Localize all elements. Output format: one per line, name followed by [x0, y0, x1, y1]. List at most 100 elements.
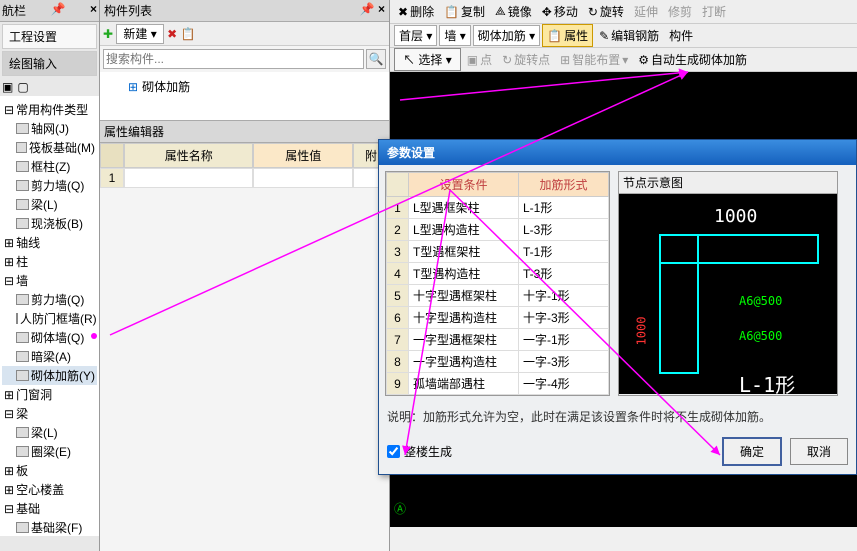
tree-section[interactable]: ⊞柱 [2, 252, 97, 271]
member-toolbar: ✚ 新建 ▾ ✖ 📋 [100, 22, 389, 46]
table-row[interactable]: 8一字型遇构造柱一字-3形 [387, 351, 609, 373]
tree-item[interactable]: 人防门框墙(R) [2, 309, 97, 328]
tree-item[interactable]: 圈梁(E) [2, 442, 97, 461]
whole-building-checkbox[interactable]: 整楼生成 [387, 443, 452, 460]
delete-button[interactable]: ✖删除 [394, 1, 438, 22]
left-sidebar: 航栏 📌 × 工程设置 绘图输入 ▣▢ ⊟常用构件类型 轴网(J) 筏板基础(M… [0, 0, 100, 551]
property-button[interactable]: 📋属性 [542, 24, 593, 47]
prop-row[interactable]: 1 [100, 168, 389, 188]
minus-icon: ⊟ [4, 407, 14, 421]
tree-item[interactable]: 现浇板(B) [2, 214, 97, 233]
close-icon[interactable]: × [90, 2, 97, 19]
table-row[interactable]: 4T型遇构造柱T-3形 [387, 263, 609, 285]
smart-place-button[interactable]: ⊞ 智能布置 ▾ [556, 49, 632, 70]
checkbox-input[interactable] [387, 445, 400, 458]
trim-button[interactable]: 修剪 [664, 1, 696, 22]
tree-section[interactable]: ⊟梁 [2, 404, 97, 423]
collapse-icon[interactable]: ▢ [17, 80, 28, 94]
point-button[interactable]: ▣ 点 [463, 49, 496, 70]
minus-icon: ⊟ [4, 502, 14, 516]
plus-icon: ⊞ [4, 388, 14, 402]
tree-section[interactable]: ⊟基础 [2, 499, 97, 518]
auto-generate-button[interactable]: ⚙自动生成砌体加筋 [634, 49, 751, 70]
tree-item[interactable]: 轴网(J) [2, 119, 97, 138]
close-icon[interactable]: ✖ [167, 27, 177, 41]
tree-section[interactable]: ⊟常用构件类型 [2, 100, 97, 119]
tree-section[interactable]: ⊞门窗洞 [2, 385, 97, 404]
beam-icon [16, 427, 29, 438]
place-toolbar: ↖ 选择 ▾ ▣ 点 ↻ 旋转点 ⊞ 智能布置 ▾ ⚙自动生成砌体加筋 [390, 48, 857, 72]
close-icon[interactable]: × [378, 2, 385, 16]
context-toolbar: 首层 ▾ 墙 ▾ 砌体加筋 ▾ 📋属性 ✎编辑钢筋 构件 [390, 24, 857, 48]
tree-item[interactable]: 砌体墙(Q) [2, 328, 97, 347]
tree-item[interactable]: 梁(L) [2, 423, 97, 442]
rotate-button[interactable]: ↻旋转 [584, 1, 628, 22]
col-shape: 加筋形式 [519, 173, 609, 197]
new-button[interactable]: 新建 ▾ [116, 24, 163, 44]
dialog-note: 说明：加筋形式允许为空，此时在满足该设置条件时将不生成砌体加筋。 [379, 402, 856, 431]
search-input[interactable] [103, 49, 364, 69]
tree-item[interactable]: 梁(L) [2, 195, 97, 214]
plus-icon: ⊞ [4, 236, 14, 250]
tree-item[interactable]: 筏板基础(M) [2, 138, 97, 157]
param-dialog: 参数设置 设置条件加筋形式 1L型遇框架柱L-1形 2L型遇构造柱L-3形 3T… [378, 139, 857, 475]
floor-combo[interactable]: 首层 ▾ [394, 25, 437, 46]
project-settings-button[interactable]: 工程设置 [2, 24, 97, 49]
tree-item[interactable]: 暗梁(A) [2, 347, 97, 366]
table-row[interactable]: 6十字型遇构造柱十字-3形 [387, 307, 609, 329]
table-row[interactable]: 3T型遇框架柱T-1形 [387, 241, 609, 263]
expand-icon[interactable]: ▣ [2, 80, 13, 94]
pin-icon[interactable]: 📌 [51, 2, 66, 19]
edit-toolbar: ✖删除 📋复制 ⟁镜像 ✥移动 ↻旋转 延伸 修剪 打断 [390, 0, 857, 24]
rebar-icon [16, 370, 29, 381]
category-combo[interactable]: 墙 ▾ [439, 25, 470, 46]
table-row[interactable]: 1L型遇框架柱L-1形 [387, 197, 609, 219]
tree-item[interactable]: 剪力墙(Q) [2, 176, 97, 195]
rotate-point-button[interactable]: ↻ 旋转点 [498, 49, 554, 70]
edit-rebar-button[interactable]: ✎编辑钢筋 [595, 25, 663, 46]
tree-section[interactable]: ⊟墙 [2, 271, 97, 290]
table-row[interactable]: 5十字型遇框架柱十字-1形 [387, 285, 609, 307]
delete-icon: ✖ [398, 5, 408, 19]
doorwall-icon [16, 313, 18, 324]
col-value: 属性值 [253, 143, 353, 168]
mirror-button[interactable]: ⟁镜像 [491, 1, 536, 22]
member-item[interactable]: ⊞ 砌体加筋 [108, 78, 381, 95]
diagram-title: 节点示意图 [619, 172, 837, 194]
copy-icon[interactable]: 📋 [181, 27, 196, 41]
tree-section[interactable]: ⊞轴线 [2, 233, 97, 252]
ring-icon [16, 446, 29, 457]
member-panel: 构件列表 📌 × ✚ 新建 ▾ ✖ 📋 🔍 ⊞ 砌体加筋 属性编辑器 属性名称 … [100, 0, 390, 551]
tree-item-active[interactable]: 砌体加筋(Y) [2, 366, 97, 385]
member-list-button[interactable]: 构件 [665, 25, 697, 46]
beam-icon [16, 199, 29, 210]
tree-item[interactable]: 基础梁(F) [2, 518, 97, 536]
table-row[interactable]: 9孤墙端部遇柱一字-4形 [387, 373, 609, 395]
extend-button[interactable]: 延伸 [630, 1, 662, 22]
col-condition: 设置条件 [409, 173, 519, 197]
pin-icon[interactable]: 📌 [360, 2, 375, 16]
member-combo[interactable]: 砌体加筋 ▾ [473, 25, 540, 46]
plus-icon: ✚ [103, 27, 113, 41]
table-row[interactable]: 7一字型遇框架柱一字-1形 [387, 329, 609, 351]
copy-button[interactable]: 📋复制 [440, 1, 489, 22]
cancel-button[interactable]: 取消 [790, 438, 848, 465]
slab-icon [16, 218, 29, 229]
copy-icon: 📋 [444, 5, 459, 19]
move-button[interactable]: ✥移动 [538, 1, 582, 22]
prop-header: 属性名称 属性值 附 [100, 143, 389, 168]
property-grid: 属性名称 属性值 附 1 [100, 143, 389, 188]
ok-button[interactable]: 确定 [722, 437, 782, 466]
dialog-titlebar[interactable]: 参数设置 [379, 140, 856, 165]
property-icon: 📋 [547, 29, 562, 43]
tree-section[interactable]: ⊞空心楼盖 [2, 480, 97, 499]
select-button[interactable]: ↖ 选择 ▾ [394, 48, 461, 71]
tree-section[interactable]: ⊞板 [2, 461, 97, 480]
break-button[interactable]: 打断 [698, 1, 730, 22]
table-row[interactable]: 2L型遇构造柱L-3形 [387, 219, 609, 241]
plus-icon: ⊞ [4, 464, 14, 478]
draw-input-button[interactable]: 绘图输入 [2, 51, 97, 76]
tree-item[interactable]: 框柱(Z) [2, 157, 97, 176]
search-button[interactable]: 🔍 [366, 49, 386, 69]
tree-item[interactable]: 剪力墙(Q) [2, 290, 97, 309]
